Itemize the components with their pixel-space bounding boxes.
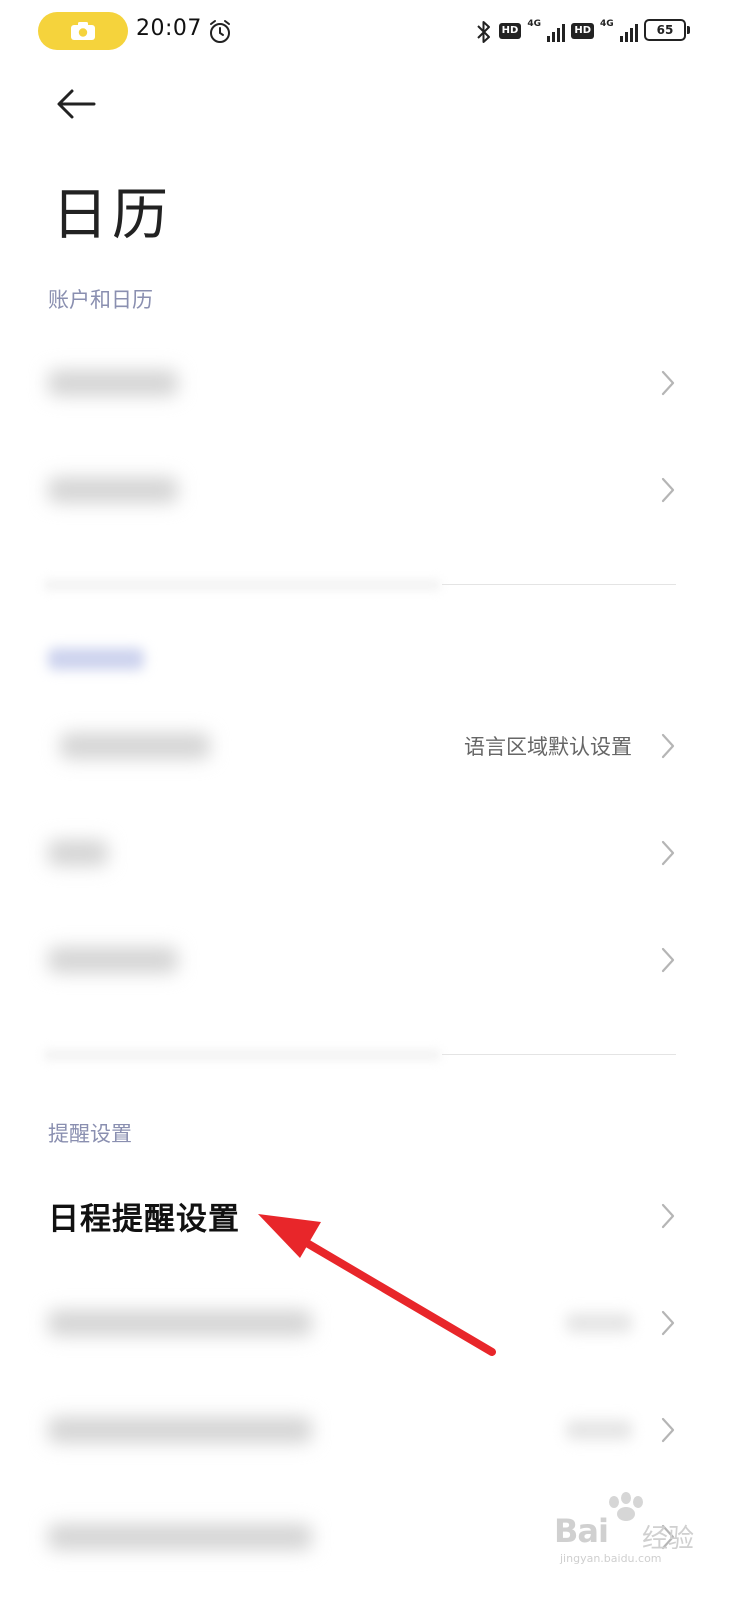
watermark-brand-suffix: 经验 [642, 1524, 695, 1554]
event-reminder-settings-label: 日程提醒设置 [48, 1201, 240, 1238]
section-header-accounts: 账户和日历 [48, 288, 153, 312]
divider [442, 584, 676, 585]
chevron-right-icon [661, 840, 675, 866]
settings-row-3[interactable] [0, 910, 738, 1010]
redacted-label [48, 370, 178, 396]
back-arrow-icon [57, 89, 96, 119]
redacted-label [48, 477, 178, 503]
network-type-2: 4G [600, 19, 614, 29]
chevron-right-icon [661, 1310, 675, 1336]
bluetooth-icon [476, 21, 490, 43]
redacted-label [48, 1310, 312, 1336]
signal-icon-2: 4G [600, 19, 638, 45]
divider-blur [44, 580, 440, 590]
clock-time: 20:07 [136, 16, 202, 41]
battery-icon: 65 [644, 19, 690, 41]
redacted-value [566, 1420, 632, 1440]
section-header-redacted [48, 648, 144, 670]
alarm-icon [210, 20, 230, 43]
chevron-right-icon [661, 370, 675, 396]
divider [442, 1054, 676, 1055]
reminder-row-2[interactable] [0, 1273, 738, 1373]
screen-recorder-pill[interactable] [38, 12, 128, 50]
redacted-label [60, 733, 210, 759]
redacted-label [48, 1417, 312, 1443]
chevron-right-icon [661, 477, 675, 503]
redacted-label [48, 947, 178, 973]
watermark-brand: Bai [554, 1512, 609, 1550]
locale-value: 语言区域默认设置 [464, 735, 632, 759]
divider-blur [44, 1050, 440, 1060]
baidu-watermark: Bai 经验 jingyan.baidu.com [554, 1492, 704, 1566]
hd-volte-badge-1: HD [498, 23, 522, 39]
redacted-label [48, 1524, 312, 1550]
chevron-right-icon [661, 947, 675, 973]
page-title: 日历 [52, 183, 172, 248]
redacted-label [48, 840, 108, 866]
back-button[interactable] [54, 84, 102, 124]
network-type-1: 4G [527, 19, 541, 29]
redacted-value [566, 1313, 632, 1333]
chevron-right-icon [661, 1417, 675, 1443]
chevron-right-icon [661, 1203, 675, 1229]
camera-icon [71, 22, 95, 40]
chevron-right-icon [661, 733, 675, 759]
reminder-row-3[interactable] [0, 1380, 738, 1480]
hd-volte-badge-2: HD [571, 23, 594, 39]
signal-icon: 4G [527, 19, 566, 45]
status-indicators: HD 4G HD 4G 65 [475, 17, 690, 45]
settings-row-2[interactable] [0, 803, 738, 903]
status-bar: 20:07 HD 4G HD 4G 65 [0, 0, 738, 64]
account-row-2[interactable] [0, 440, 738, 540]
event-reminder-settings-row[interactable]: 日程提醒设置 [0, 1166, 738, 1266]
section-header-reminders: 提醒设置 [48, 1122, 132, 1146]
locale-row[interactable]: 语言区域默认设置 [0, 696, 738, 796]
watermark-url: jingyan.baidu.com [560, 1552, 662, 1565]
account-row-1[interactable] [0, 333, 738, 433]
